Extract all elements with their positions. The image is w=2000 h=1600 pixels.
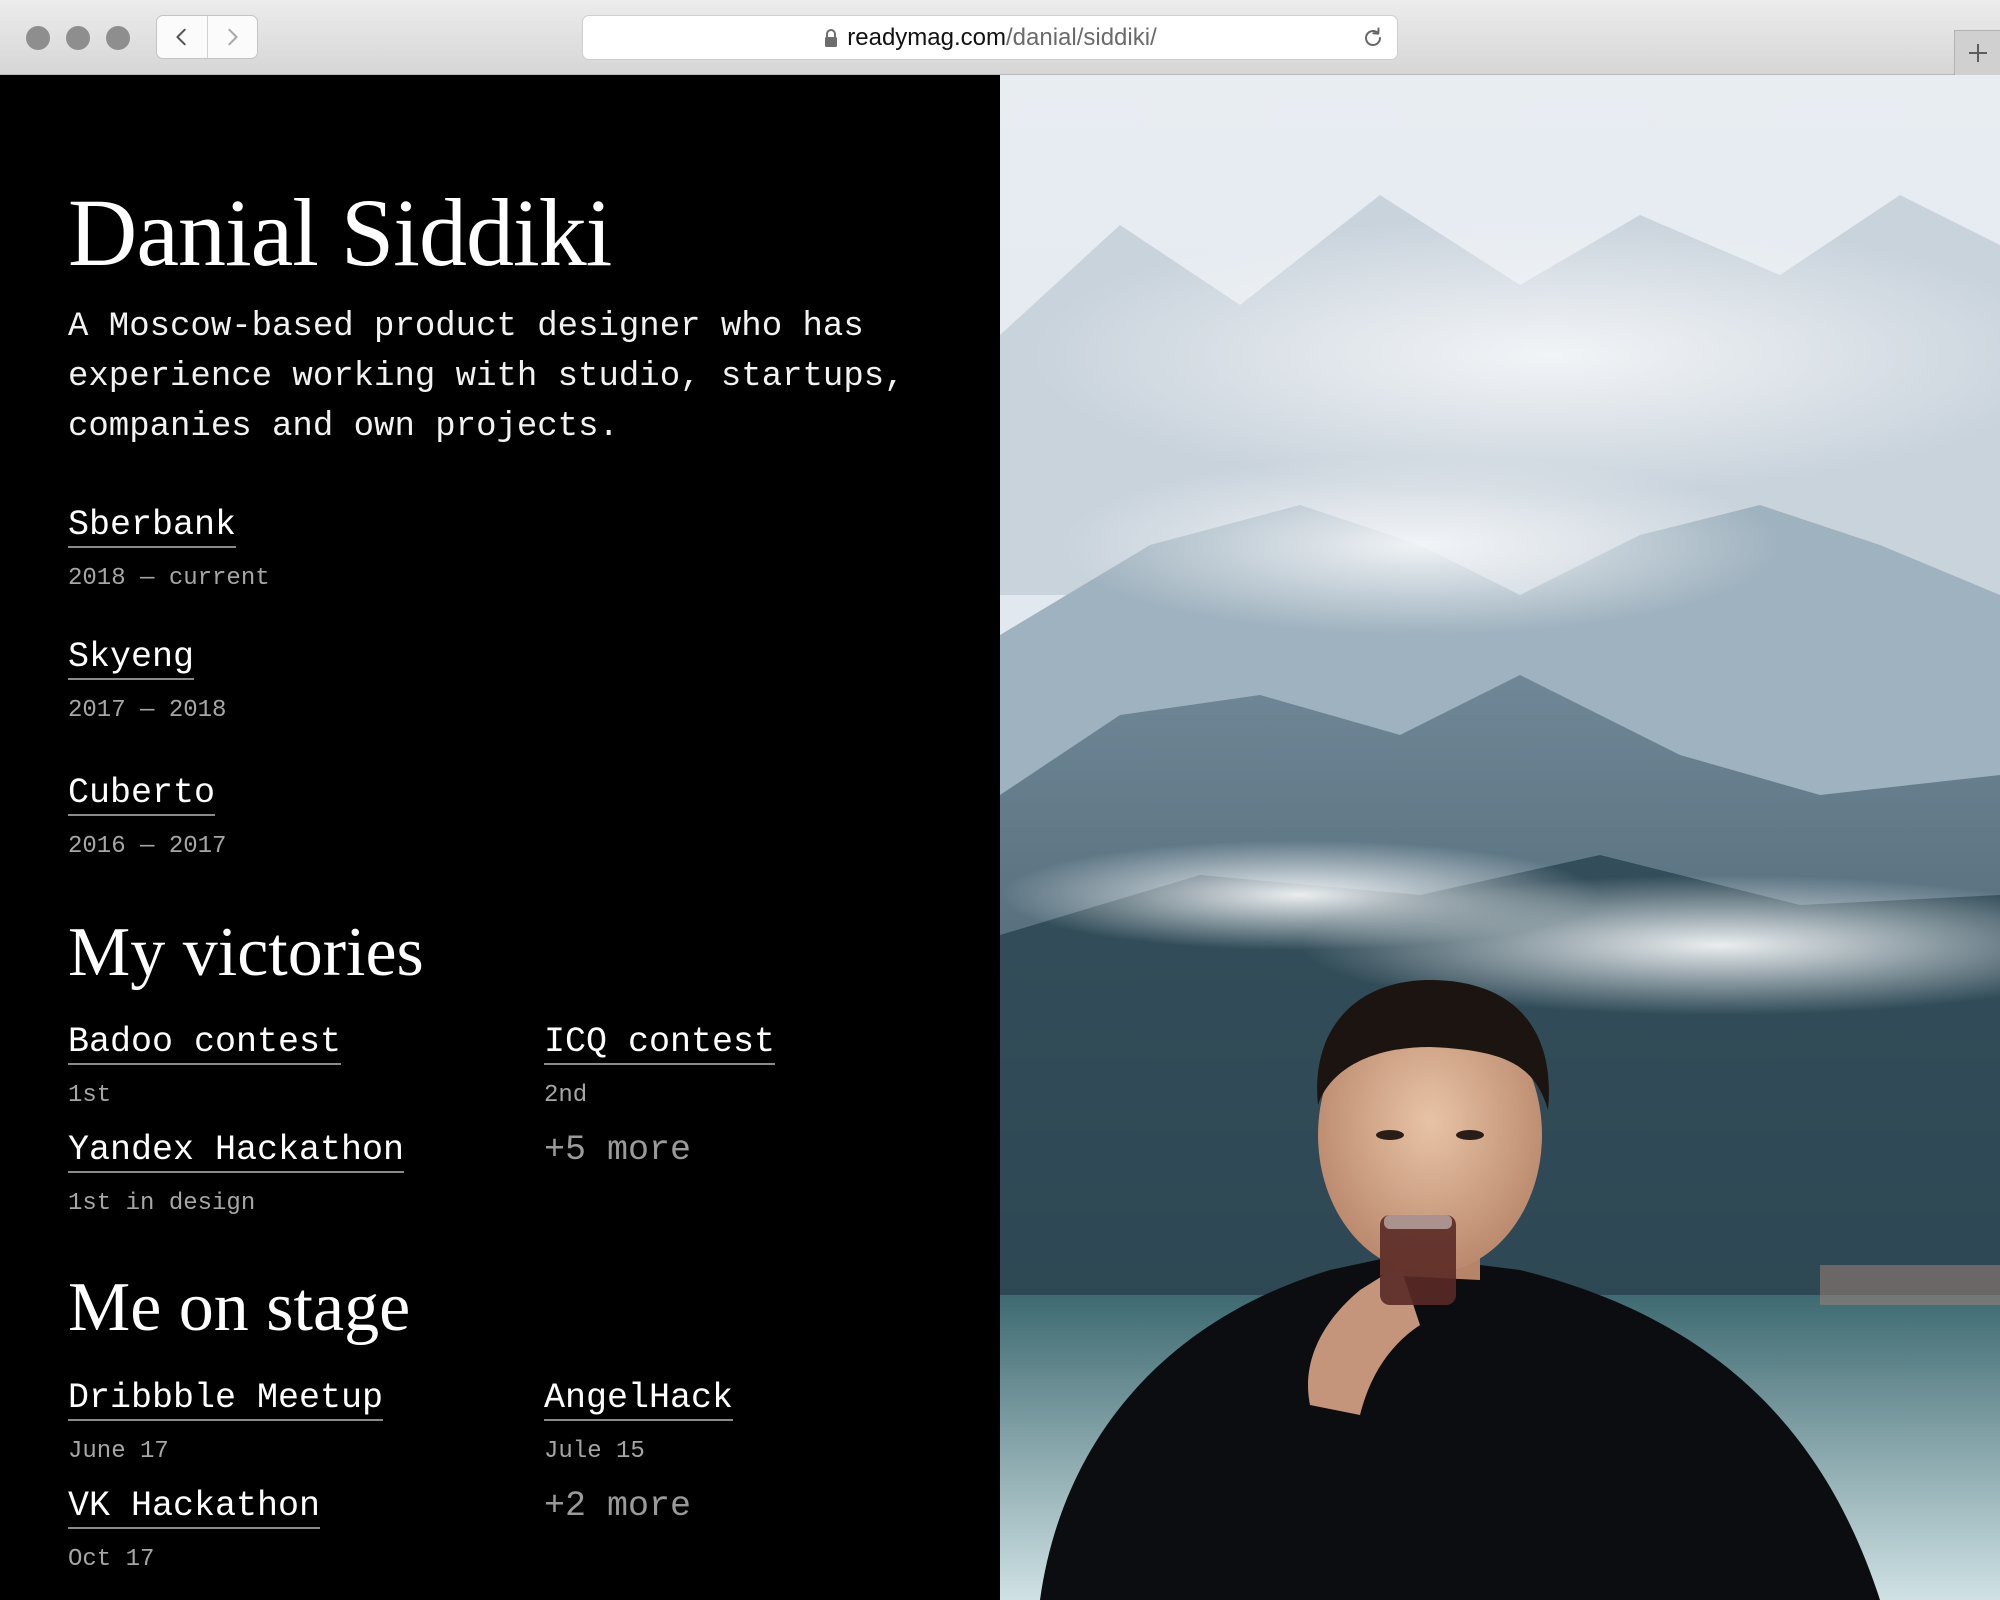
portrait-photo [1000,75,2000,1600]
victories-more-link[interactable]: +5 more [544,1130,691,1170]
profile-bio: A Moscow-based product designer who has … [68,308,905,446]
reload-icon[interactable] [1361,26,1385,50]
page-content: Danial Siddiki A Moscow-based product de… [0,75,2000,1600]
back-icon [176,28,186,46]
victory-link-badoo[interactable]: Badoo contest [68,1022,342,1066]
experience-link-cuberto[interactable]: Cuberto [68,773,216,817]
forward-button[interactable] [206,16,258,58]
forward-icon [228,28,238,46]
new-tab-button[interactable] [1954,30,2000,75]
maximize-window-button[interactable] [106,26,130,50]
stage-more-link[interactable]: +2 more [544,1486,691,1526]
experience-link-skyeng[interactable]: Skyeng [68,637,195,681]
close-window-button[interactable] [26,26,50,50]
stage-date: June 17 [68,1438,169,1465]
experience-period: 2018 — current [68,565,270,592]
navigation-buttons [156,15,258,59]
plus-icon [1968,44,1987,62]
stage-link-vk[interactable]: VK Hackathon [68,1486,321,1530]
stage-heading: Me on stage [68,1269,411,1346]
stage-date: Oct 17 [68,1546,155,1573]
profile-panel: Danial Siddiki A Moscow-based product de… [0,75,1000,1600]
profile-name: Danial Siddiki [68,179,612,286]
victory-link-yandex[interactable]: Yandex Hackathon [68,1130,405,1174]
victory-place: 2nd [544,1082,588,1109]
portrait-photo-image [1000,75,2000,1600]
browser-toolbar: readymag.com/danial/siddiki/ [0,0,2000,75]
victories-heading: My victories [68,914,424,991]
victory-place: 1st [68,1082,112,1109]
stage-date: Jule 15 [544,1438,645,1465]
victory-place: 1st in design [68,1190,256,1217]
stage-link-dribbble[interactable]: Dribbble Meetup [68,1378,384,1422]
url-display: readymag.com/danial/siddiki/ [583,16,1397,59]
experience-link-sberbank[interactable]: Sberbank [68,505,237,549]
url-host: readymag.com [847,23,1006,51]
stage-link-angelhack[interactable]: AngelHack [544,1378,734,1422]
lock-icon [825,28,838,47]
experience-period: 2016 — 2017 [68,833,227,860]
back-button[interactable] [157,16,207,58]
experience-period: 2017 — 2018 [68,697,227,724]
victory-link-icq[interactable]: ICQ contest [544,1022,776,1066]
minimize-window-button[interactable] [66,26,90,50]
address-bar[interactable]: readymag.com/danial/siddiki/ [582,15,1398,60]
url-path: /danial/siddiki/ [1005,23,1157,51]
